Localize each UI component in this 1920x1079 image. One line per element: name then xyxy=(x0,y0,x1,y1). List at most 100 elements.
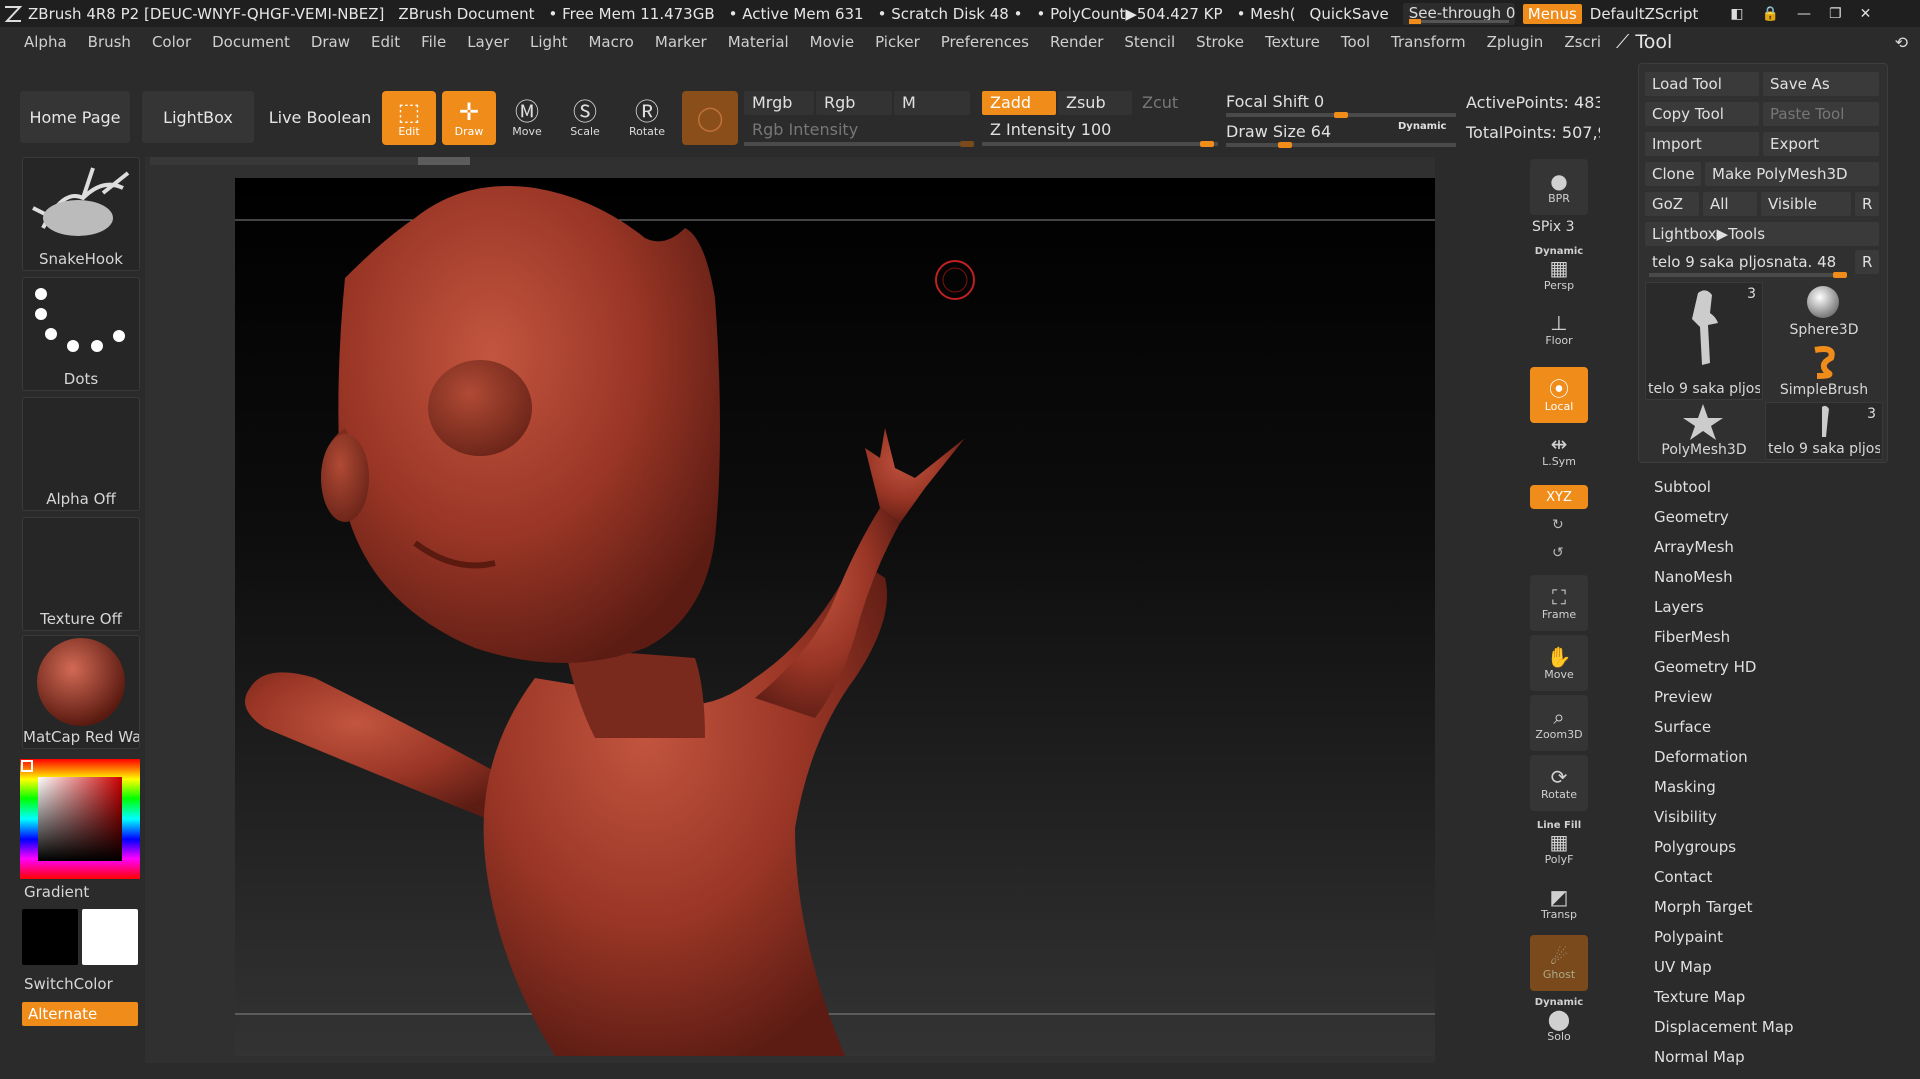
subpalette-normal-map[interactable]: Normal Map xyxy=(1654,1048,1745,1066)
current-tool-slider[interactable]: telo 9 saka pljosnata. 48 xyxy=(1645,250,1851,274)
lsym-button[interactable]: ⇹ L.Sym xyxy=(1530,427,1588,473)
menu-alpha[interactable]: Alpha xyxy=(24,33,67,51)
rotate-view-button[interactable]: ⟳ Rotate xyxy=(1530,755,1588,811)
subpalette-deformation[interactable]: Deformation xyxy=(1654,748,1748,766)
zsub-button[interactable]: Zsub xyxy=(1058,91,1132,115)
current-tool-r-button[interactable]: R xyxy=(1855,250,1879,274)
floor-button[interactable]: ⊥ Floor xyxy=(1530,305,1588,353)
xyz-button[interactable]: XYZ xyxy=(1530,485,1588,509)
subpalette-preview[interactable]: Preview xyxy=(1654,688,1712,706)
subpalette-texture-map[interactable]: Texture Map xyxy=(1654,988,1745,1006)
menu-draw[interactable]: Draw xyxy=(311,33,350,51)
mrgb-button[interactable]: Mrgb xyxy=(744,91,814,115)
subpalette-morph-target[interactable]: Morph Target xyxy=(1654,898,1753,916)
tool-thumb-polymesh3d[interactable]: PolyMesh3D xyxy=(1645,402,1763,460)
sculpt-model[interactable] xyxy=(235,178,1435,1056)
polyf-button[interactable]: Line Fill ▦ PolyF xyxy=(1530,815,1588,871)
subpalette-nanomesh[interactable]: NanoMesh xyxy=(1654,568,1733,586)
lightbox-tools-button[interactable]: Lightbox▶Tools xyxy=(1645,222,1879,246)
goz-all-button[interactable]: All xyxy=(1703,192,1757,216)
alpha-selector[interactable]: Alpha Off xyxy=(22,397,140,511)
clone-button[interactable]: Clone xyxy=(1645,162,1701,186)
subpalette-polypaint[interactable]: Polypaint xyxy=(1654,928,1723,946)
switchcolor-button[interactable]: SwitchColor xyxy=(24,975,113,993)
make-polymesh3d-button[interactable]: Make PolyMesh3D xyxy=(1705,162,1879,186)
dynamic-toggle[interactable]: Dynamic xyxy=(1398,121,1446,132)
palette-refresh-icon[interactable]: ⟲ xyxy=(1895,33,1908,52)
menu-file[interactable]: File xyxy=(421,33,446,51)
subpalette-arraymesh[interactable]: ArrayMesh xyxy=(1654,538,1734,556)
primary-color-swatch[interactable] xyxy=(22,909,78,965)
tool-thumb-simplebrush[interactable]: SimpleBrush xyxy=(1765,342,1883,400)
edit-button[interactable]: ⬚ Edit xyxy=(382,91,436,145)
spix-slider[interactable]: SPix 3 xyxy=(1532,219,1575,235)
transp-button[interactable]: ◩ Transp xyxy=(1530,875,1588,931)
rgb-button[interactable]: Rgb xyxy=(816,91,892,115)
frame-button[interactable]: ⛶ Frame xyxy=(1530,575,1588,631)
draw-size-slider[interactable]: Draw Size 64 xyxy=(1218,120,1398,144)
menu-preferences[interactable]: Preferences xyxy=(941,33,1029,51)
subpalette-polygroups[interactable]: Polygroups xyxy=(1654,838,1736,856)
zoom3d-button[interactable]: ⌕ Zoom3D xyxy=(1530,695,1588,751)
subpalette-fibermesh[interactable]: FiberMesh xyxy=(1654,628,1730,646)
ghost-button[interactable]: ☄ Ghost xyxy=(1530,935,1588,991)
import-button[interactable]: Import xyxy=(1645,132,1759,156)
load-tool-button[interactable]: Load Tool xyxy=(1645,72,1759,96)
restore-icon[interactable]: ❐ xyxy=(1829,6,1842,22)
menu-material[interactable]: Material xyxy=(728,33,789,51)
subpalette-masking[interactable]: Masking xyxy=(1654,778,1716,796)
menu-marker[interactable]: Marker xyxy=(655,33,707,51)
menu-macro[interactable]: Macro xyxy=(588,33,633,51)
paste-tool-button[interactable]: Paste Tool xyxy=(1763,102,1879,126)
see-through-slider[interactable]: See-through 0 xyxy=(1402,2,1515,25)
zcut-button[interactable]: Zcut xyxy=(1134,91,1208,115)
stroke-selector[interactable]: Dots xyxy=(22,277,140,391)
subpalette-geometry-hd[interactable]: Geometry HD xyxy=(1654,658,1756,676)
layout-icon[interactable]: ◧ xyxy=(1730,6,1743,22)
export-button[interactable]: Export xyxy=(1763,132,1879,156)
menu-render[interactable]: Render xyxy=(1050,33,1103,51)
draw-button[interactable]: ✛ Draw xyxy=(442,91,496,145)
copy-tool-button[interactable]: Copy Tool xyxy=(1645,102,1759,126)
local-button[interactable]: ⦿ Local xyxy=(1530,367,1588,423)
horizontal-scrollbar[interactable] xyxy=(150,157,470,165)
menu-picker[interactable]: Picker xyxy=(875,33,920,51)
subpalette-contact[interactable]: Contact xyxy=(1654,868,1712,886)
bpr-button[interactable]: ● BPR xyxy=(1530,159,1588,215)
menu-texture[interactable]: Texture xyxy=(1265,33,1320,51)
menu-document[interactable]: Document xyxy=(212,33,290,51)
scale-button[interactable]: Ⓢ Scale xyxy=(558,91,612,145)
goz-button[interactable]: GoZ xyxy=(1645,192,1699,216)
goz-r-button[interactable]: R xyxy=(1855,192,1879,216)
quicksave-button[interactable]: QuickSave xyxy=(1310,5,1389,23)
persp-button[interactable]: Dynamic ▦ Persp xyxy=(1530,245,1588,293)
material-sphere-button[interactable]: ◯ xyxy=(682,91,738,145)
subpalette-displacement-map[interactable]: Displacement Map xyxy=(1654,1018,1794,1036)
texture-selector[interactable]: Texture Off xyxy=(22,517,140,631)
menu-light[interactable]: Light xyxy=(530,33,567,51)
tool-thumb-telo-1[interactable]: 3 telo 9 saka pljosn xyxy=(1645,282,1763,400)
subpalette-visibility[interactable]: Visibility xyxy=(1654,808,1717,826)
color-picker[interactable] xyxy=(20,759,140,879)
scrollbar-thumb[interactable] xyxy=(418,157,470,165)
tool-thumb-telo-2[interactable]: 3 telo 9 saka pljosn xyxy=(1765,402,1883,460)
rotate-y-icon[interactable]: ↻ xyxy=(1552,517,1564,533)
menu-stroke[interactable]: Stroke xyxy=(1196,33,1244,51)
gradient-label[interactable]: Gradient xyxy=(24,883,89,901)
menu-zplugin[interactable]: Zplugin xyxy=(1487,33,1544,51)
zadd-button[interactable]: Zadd xyxy=(982,91,1056,115)
lock-icon[interactable]: 🔒 xyxy=(1762,6,1779,22)
subpalette-layers[interactable]: Layers xyxy=(1654,598,1704,616)
menu-movie[interactable]: Movie xyxy=(810,33,854,51)
z-intensity-slider[interactable]: Z Intensity 100 xyxy=(982,118,1218,142)
menus-button[interactable]: Menus xyxy=(1522,3,1582,24)
solo-button[interactable]: Dynamic ⬤ Solo xyxy=(1530,995,1588,1045)
document-canvas[interactable] xyxy=(235,178,1435,1056)
subpalette-subtool[interactable]: Subtool xyxy=(1654,478,1711,496)
subpalette-uv-map[interactable]: UV Map xyxy=(1654,958,1712,976)
tool-thumb-sphere3d[interactable]: Sphere3D xyxy=(1765,282,1883,340)
material-selector[interactable]: MatCap Red Wax xyxy=(22,635,140,749)
rotate-z-icon[interactable]: ↺ xyxy=(1552,545,1564,561)
default-zscript-button[interactable]: DefaultZScript xyxy=(1590,5,1699,23)
m-button[interactable]: M xyxy=(894,91,970,115)
